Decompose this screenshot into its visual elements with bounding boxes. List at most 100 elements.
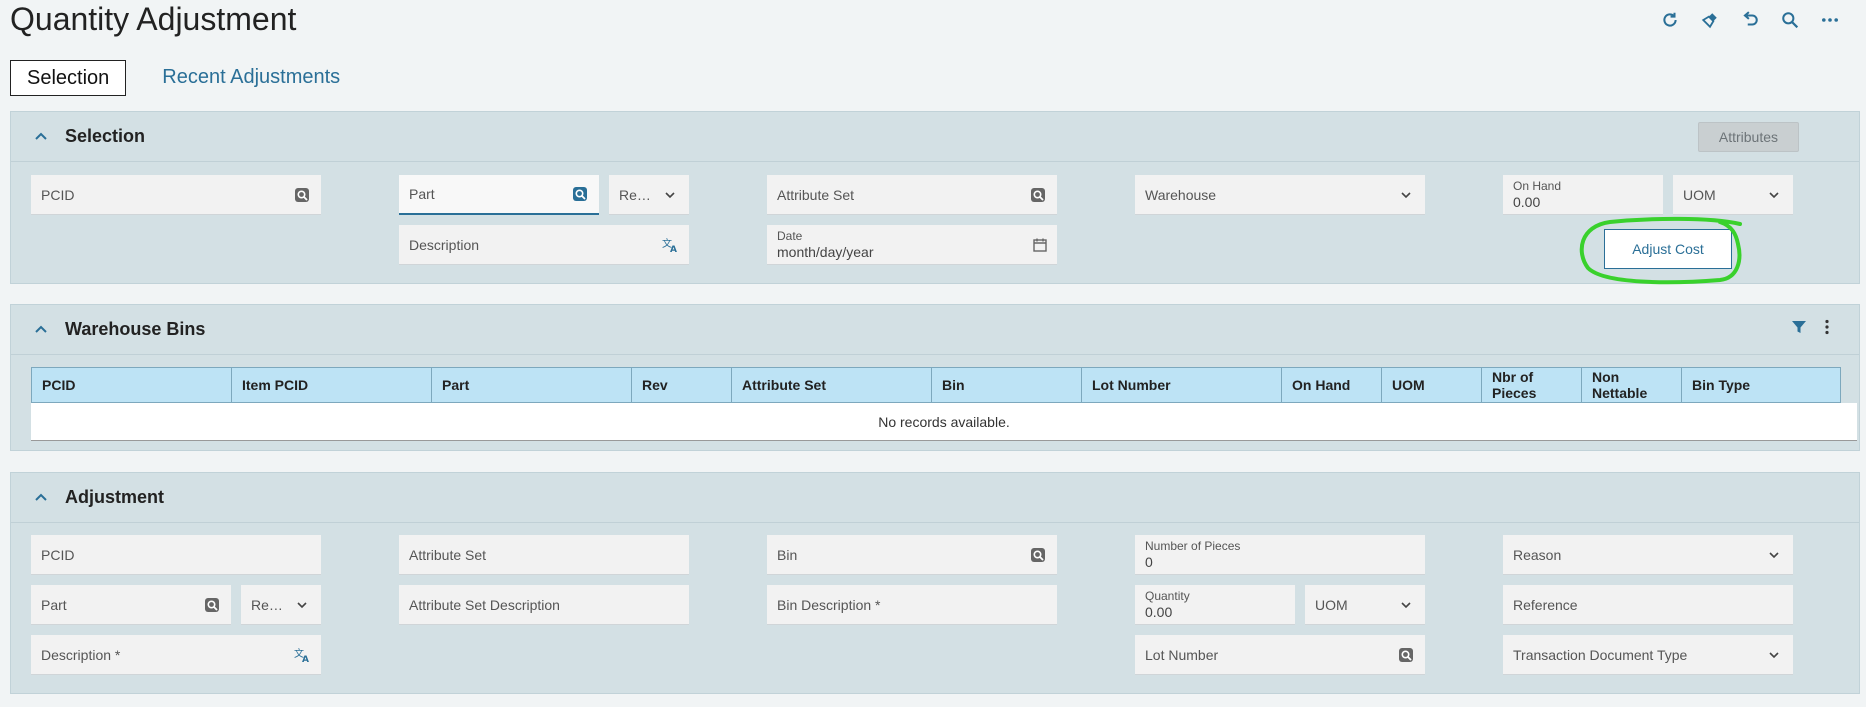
warehouse-label: Warehouse: [1145, 186, 1217, 203]
chevron-down-icon: [1397, 186, 1415, 204]
undo-icon[interactable]: [1738, 8, 1762, 32]
adj-part-field[interactable]: Part: [31, 585, 231, 625]
attribute-set-field[interactable]: Attribute Set: [767, 175, 1057, 215]
refresh-icon[interactable]: [1658, 8, 1682, 32]
adj-reason-label: Reason: [1513, 546, 1562, 563]
column-header-part[interactable]: Part: [432, 368, 632, 402]
adjustment-panel-header: Adjustment: [11, 473, 1859, 523]
chevron-up-icon[interactable]: [31, 320, 51, 340]
adj-part-label: Part: [41, 596, 67, 613]
tab-recent-adjustments[interactable]: Recent Adjustments: [162, 60, 340, 96]
column-header-rev[interactable]: Rev: [632, 368, 732, 402]
adj-transaction-document-type-select[interactable]: Transaction Document Type: [1503, 635, 1793, 675]
adj-attribute-set-description-field[interactable]: Attribute Set Description: [399, 585, 689, 625]
page-toolbar: [1658, 8, 1842, 32]
adj-bin-field[interactable]: Bin: [767, 535, 1057, 575]
grid-empty-message: No records available.: [31, 403, 1857, 441]
adj-quantity-field[interactable]: Quantity 0.00: [1135, 585, 1295, 625]
description-field[interactable]: Description 文A: [399, 225, 689, 265]
adj-number-of-pieces-field[interactable]: Number of Pieces 0: [1135, 535, 1425, 575]
filter-icon[interactable]: [1791, 319, 1807, 340]
adj-uom-label: UOM: [1315, 596, 1348, 613]
lookup-icon[interactable]: [1397, 646, 1415, 664]
warehouse-bins-grid: PCID Item PCID Part Rev Attribute Set Bi…: [31, 367, 1857, 441]
attributes-button[interactable]: Attributes: [1697, 121, 1799, 152]
column-header-nbr-of-pieces[interactable]: Nbr of Pieces: [1482, 368, 1582, 402]
adj-revision-select[interactable]: Revi...: [241, 585, 321, 625]
tab-bar: Selection Recent Adjustments: [10, 60, 340, 96]
column-header-uom[interactable]: UOM: [1382, 368, 1482, 402]
chevron-up-icon[interactable]: [31, 127, 51, 147]
tab-selection[interactable]: Selection: [10, 60, 127, 96]
lookup-icon[interactable]: [571, 185, 589, 203]
column-header-bin-type[interactable]: Bin Type: [1682, 368, 1840, 402]
uom-select[interactable]: UOM: [1673, 175, 1793, 215]
calendar-icon[interactable]: [1031, 236, 1049, 254]
chevron-down-icon: [1765, 186, 1783, 204]
annotation-highlight: [1579, 216, 1742, 285]
column-header-item-pcid[interactable]: Item PCID: [232, 368, 432, 402]
svg-text:A: A: [302, 655, 309, 663]
adj-attribute-set-label: Attribute Set: [409, 546, 487, 563]
part-field[interactable]: Part: [399, 175, 599, 215]
more-icon[interactable]: [1818, 8, 1842, 32]
adj-attribute-set-description-label: Attribute Set Description: [409, 596, 560, 613]
adj-lot-number-field[interactable]: Lot Number: [1135, 635, 1425, 675]
translate-icon[interactable]: 文A: [661, 236, 679, 254]
date-field[interactable]: Date month/day/year: [767, 225, 1057, 265]
column-header-lot-number[interactable]: Lot Number: [1082, 368, 1282, 402]
selection-panel-title: Selection: [65, 126, 146, 146]
adj-bin-label: Bin: [777, 546, 798, 563]
pcid-field[interactable]: PCID: [31, 175, 321, 215]
on-hand-field: On Hand 0.00: [1503, 175, 1663, 215]
adj-reference-label: Reference: [1513, 596, 1578, 613]
uom-label: UOM: [1683, 186, 1716, 203]
lookup-icon[interactable]: [1029, 186, 1047, 204]
adj-transaction-document-type-label: Transaction Document Type: [1513, 646, 1688, 663]
adj-uom-select[interactable]: UOM: [1305, 585, 1425, 625]
lookup-icon[interactable]: [293, 186, 311, 204]
adj-description-field[interactable]: Description * 文A: [31, 635, 321, 675]
warehouse-bins-title: Warehouse Bins: [65, 319, 206, 339]
search-icon[interactable]: [1778, 8, 1802, 32]
warehouse-bins-header: Warehouse Bins: [11, 305, 1859, 355]
adj-bin-description-field[interactable]: Bin Description *: [767, 585, 1057, 625]
column-header-non-nettable[interactable]: Non Nettable: [1582, 368, 1682, 402]
lookup-icon[interactable]: [1029, 546, 1047, 564]
adj-number-of-pieces-value: 0: [1145, 553, 1153, 570]
date-value: month/day/year: [777, 243, 874, 260]
chevron-down-icon: [1397, 596, 1415, 614]
column-header-on-hand[interactable]: On Hand: [1282, 368, 1382, 402]
svg-text:A: A: [670, 245, 677, 253]
adj-quantity-label: Quantity: [1145, 588, 1190, 603]
column-header-attribute-set[interactable]: Attribute Set: [732, 368, 932, 402]
on-hand-label: On Hand: [1513, 178, 1562, 193]
on-hand-value: 0.00: [1513, 193, 1541, 210]
revision-select[interactable]: Revi...: [609, 175, 689, 215]
clear-icon[interactable]: [1698, 8, 1722, 32]
grid-header-row: PCID Item PCID Part Rev Attribute Set Bi…: [31, 367, 1841, 403]
chevron-down-icon: [293, 596, 311, 614]
description-label: Description: [409, 236, 480, 253]
warehouse-select[interactable]: Warehouse: [1135, 175, 1425, 215]
adj-pcid-label: PCID: [41, 546, 75, 563]
pcid-label: PCID: [41, 186, 75, 203]
adj-attribute-set-field[interactable]: Attribute Set: [399, 535, 689, 575]
translate-icon[interactable]: 文A: [293, 646, 311, 664]
chevron-down-icon: [661, 186, 679, 204]
adj-revision-label: Revi...: [251, 596, 287, 613]
chevron-down-icon: [1765, 646, 1783, 664]
adj-reason-select[interactable]: Reason: [1503, 535, 1793, 575]
adj-reference-field[interactable]: Reference: [1503, 585, 1793, 625]
adj-lot-number-label: Lot Number: [1145, 646, 1219, 663]
column-header-pcid[interactable]: PCID: [32, 368, 232, 402]
column-header-bin[interactable]: Bin: [932, 368, 1082, 402]
lookup-icon[interactable]: [203, 596, 221, 614]
part-label: Part: [409, 186, 435, 202]
adj-pcid-field[interactable]: PCID: [31, 535, 321, 575]
adj-bin-description-label: Bin Description *: [777, 596, 881, 613]
date-label: Date: [777, 228, 803, 243]
more-vertical-icon[interactable]: [1819, 319, 1835, 340]
chevron-up-icon[interactable]: [31, 488, 51, 508]
page-title: Quantity Adjustment: [10, 1, 297, 37]
